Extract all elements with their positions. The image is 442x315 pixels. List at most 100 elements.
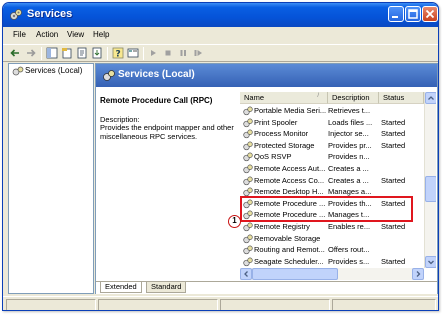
service-row[interactable]: Protected Storage Provides pr... Started [240,140,424,152]
service-gear-icon [243,129,253,139]
services-header-title: Services (Local) [118,69,195,80]
step-callout: 1 [228,215,241,228]
chevron-left-icon [244,271,248,277]
service-row[interactable]: Removable Storage [240,233,424,245]
service-row[interactable]: Print Spooler Loads files ... Started [240,117,424,129]
service-description-cell: Offers rout... [328,245,370,255]
selected-service-name: Remote Procedure Call (RPC) [100,96,213,105]
service-row[interactable]: Remote Access Aut... Creates a ... [240,163,424,175]
service-status-cell: Started [381,256,406,266]
service-description-cell: Creates a ... [328,175,369,185]
rpc-highlight-box [240,196,413,222]
minimize-icon [392,16,398,18]
refresh-icon[interactable] [76,47,88,59]
console-tree-icon[interactable] [46,47,58,59]
service-gear-icon [243,141,253,150]
service-status-cell: Started [381,222,406,231]
description-text: Provides the endpoint mapper and other m… [100,123,234,141]
service-name-cell: Routing and Remot... [254,245,325,255]
scroll-left-button[interactable] [240,268,252,280]
start-icon[interactable] [147,47,159,59]
service-gear-icon [243,245,253,255]
service-row[interactable]: Portable Media Seri... Retrieves t... [240,105,424,117]
service-name-cell: Protected Storage [254,140,315,150]
column-header-name[interactable]: Name / [240,92,328,104]
service-description-cell: Loads files ... [328,117,373,127]
status-bar [3,296,438,310]
scroll-thumb[interactable] [425,176,436,202]
status-cell [6,299,96,310]
scroll-down-button[interactable] [425,256,436,268]
service-gear-icon [243,257,253,266]
column-header-description[interactable]: Description [328,92,379,104]
service-row[interactable]: Seagate Scheduler... Provides s... Started [240,256,424,268]
tab-extended[interactable]: Extended [100,282,142,293]
stop-icon[interactable] [162,47,174,59]
services-gear-icon [12,66,24,76]
service-status-cell: Started [381,129,406,139]
maximize-icon [408,9,418,19]
service-name-cell: Print Spooler [254,117,298,127]
menu-file[interactable]: File [13,30,26,39]
toolbar-separator [143,47,144,60]
sort-indicator: / [317,93,319,99]
menu-help[interactable]: Help [93,30,109,39]
menu-view[interactable]: View [67,30,84,39]
pause-icon[interactable] [177,47,189,59]
service-name-cell: Remote Access Co... [254,175,325,185]
restart-icon[interactable] [192,47,204,59]
forward-arrow-icon[interactable] [25,47,37,59]
export-list-icon[interactable] [91,47,103,59]
service-gear-icon [243,152,253,162]
service-description-cell: Creates a ... [328,164,369,173]
service-gear-icon [243,222,253,232]
view-tabs: Extended Standard [96,281,437,294]
service-row[interactable]: Routing and Remot... Offers rout... [240,244,424,256]
help-icon[interactable]: ? [112,47,124,59]
service-gear-icon [243,106,253,116]
service-name-cell: Remote Desktop H... [254,187,324,197]
service-status-cell: Started [381,175,406,185]
vertical-scrollbar[interactable] [424,92,436,268]
chevron-up-icon [428,96,434,100]
close-icon [425,9,435,19]
service-description-cell: Injector se... [328,129,369,139]
properties-icon[interactable] [61,47,73,59]
back-arrow-icon[interactable] [9,47,21,59]
maximize-button[interactable] [405,6,421,22]
toolbar: ? [3,44,438,62]
service-description-cell: Retrieves t... [328,106,371,115]
service-row[interactable]: Process Monitor Injector se... Started [240,128,424,140]
tab-standard[interactable]: Standard [146,282,187,293]
service-row[interactable]: QoS RSVP Provides n... [240,151,424,163]
horizontal-scrollbar[interactable] [240,268,424,280]
close-button[interactable] [422,6,438,22]
service-description-cell: Provides s... [328,256,370,266]
menu-action[interactable]: Action [36,30,58,39]
chevron-right-icon [416,271,421,277]
service-name-cell: Remote Access Aut... [254,164,326,173]
service-row[interactable]: Remote Registry Enables re... Started [240,221,424,233]
column-header-status[interactable]: Status [379,92,424,104]
service-row[interactable]: Remote Access Co... Creates a ... Started [240,175,424,187]
toolbar-separator [41,47,42,60]
svg-text:?: ? [116,50,121,60]
console-tree-pane: Services (Local) [8,63,94,294]
view-icon[interactable] [127,47,139,59]
menu-bar: File Action View Help [3,27,438,44]
minimize-button[interactable] [388,6,404,22]
title-bar[interactable]: Services [3,3,438,27]
horizontal-scroll-thumb[interactable] [252,268,338,280]
scroll-right-button[interactable] [412,268,424,280]
service-name-cell: QoS RSVP [254,152,292,162]
service-status-cell: Started [381,117,406,127]
chevron-down-icon [428,260,434,265]
service-status-cell: Started [381,140,406,150]
service-gear-icon [243,234,253,243]
service-description-cell: Manages a... [328,187,372,197]
scroll-up-button[interactable] [425,92,436,104]
service-gear-icon [243,118,253,127]
services-header: Services (Local) [96,64,437,88]
service-description-cell: Provides pr... [328,140,372,150]
window-title: Services [27,8,73,20]
